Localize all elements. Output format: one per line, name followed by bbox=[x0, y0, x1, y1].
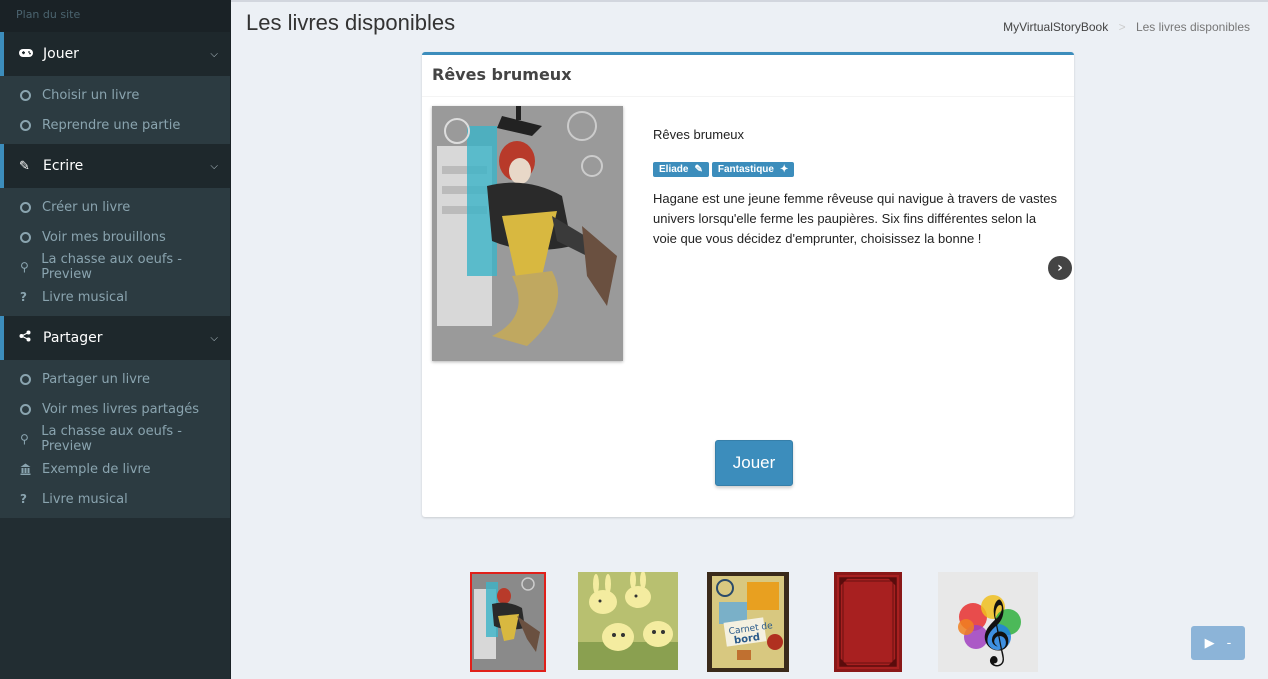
submenu-jouer: Choisir un livre Reprendre une partie bbox=[0, 76, 230, 144]
music-player-label: - bbox=[1226, 635, 1232, 651]
page-title: Les livres disponibles bbox=[246, 10, 456, 35]
genre-tag[interactable]: Fantastique ✦ bbox=[711, 162, 795, 177]
chevron-down-icon: ⌵ bbox=[210, 160, 218, 172]
circle-icon bbox=[20, 119, 42, 131]
sidebar-item-label: Voir mes livres partagés bbox=[42, 401, 200, 417]
breadcrumb-separator: > bbox=[1118, 20, 1126, 34]
thumbnail-reves-brumeux[interactable] bbox=[470, 572, 546, 672]
sidebar-item-reprendre-partie[interactable]: Reprendre une partie bbox=[0, 110, 230, 140]
carousel-next-button[interactable]: › bbox=[1048, 256, 1072, 280]
pencil-icon: ✎ bbox=[694, 164, 703, 175]
music-player-button[interactable]: ▶ - bbox=[1191, 626, 1245, 660]
sidebar-header: Plan du site bbox=[0, 0, 230, 32]
book-box-title: Rêves brumeux bbox=[422, 55, 1074, 97]
chevron-right-icon: › bbox=[1057, 260, 1063, 276]
gamepad-icon bbox=[19, 47, 39, 62]
question-icon: ? bbox=[20, 290, 27, 304]
svg-text:𝄞: 𝄞 bbox=[978, 599, 1011, 666]
author-tag[interactable]: Eliade ✎ bbox=[653, 162, 709, 177]
sidebar-item-livre-musical-2[interactable]: ? Livre musical bbox=[0, 484, 230, 514]
sidebar-item-label: Livre musical bbox=[42, 491, 128, 507]
breadcrumb: MyVirtualStoryBook > Les livres disponib… bbox=[1003, 20, 1250, 34]
submenu-ecrire: Créer un livre Voir mes brouillons ⚲ La … bbox=[0, 188, 230, 316]
thumbnail-red-book[interactable] bbox=[834, 572, 902, 672]
sidebar-item-exemple-livre[interactable]: Exemple de livre bbox=[0, 454, 230, 484]
submenu-partager: Partager un livre Voir mes livres partag… bbox=[0, 360, 230, 518]
top-divider bbox=[231, 0, 1268, 2]
sidebar-item-label: Reprendre une partie bbox=[42, 117, 181, 133]
circle-icon bbox=[20, 403, 42, 415]
sidebar: Plan du site Jouer ⌵ Choisir un livre Re… bbox=[0, 0, 231, 679]
circle-icon bbox=[20, 201, 42, 213]
circle-icon bbox=[20, 373, 42, 385]
breadcrumb-current: Les livres disponibles bbox=[1135, 20, 1250, 34]
book-description: Hagane est une jeune femme rêveuse qui n… bbox=[653, 191, 1057, 246]
sidebar-item-livre-musical[interactable]: ? Livre musical bbox=[0, 282, 230, 312]
pencil-icon: ✎ bbox=[19, 158, 30, 174]
sidebar-item-label: Créer un livre bbox=[42, 199, 131, 215]
sidebar-item-chasse-oeufs[interactable]: ⚲ La chasse aux oeufs - Preview bbox=[0, 252, 230, 282]
sidebar-item-label: Partager un livre bbox=[42, 371, 150, 387]
menu-jouer[interactable]: Jouer ⌵ bbox=[0, 32, 230, 76]
menu-jouer-label: Jouer bbox=[43, 46, 79, 62]
key-icon: ⚲ bbox=[20, 432, 29, 446]
magic-wand-icon: ✦ bbox=[779, 164, 789, 175]
book-name: Rêves brumeux bbox=[653, 127, 745, 142]
play-icon: ▶ bbox=[1204, 635, 1215, 651]
sidebar-item-partager-livre[interactable]: Partager un livre bbox=[0, 364, 230, 394]
sidebar-item-chasse-oeufs-2[interactable]: ⚲ La chasse aux oeufs - Preview bbox=[0, 424, 230, 454]
sidebar-item-creer-livre[interactable]: Créer un livre bbox=[0, 192, 230, 222]
circle-icon bbox=[20, 231, 42, 243]
sidebar-item-label: Choisir un livre bbox=[42, 87, 140, 103]
chevron-down-icon: ⌵ bbox=[210, 48, 218, 60]
thumbnail-carnet-de-bord[interactable]: Carnet de bord bbox=[707, 572, 789, 672]
chevron-down-icon: ⌵ bbox=[210, 332, 218, 344]
book-tags: Eliade ✎ Fantastique ✦ bbox=[653, 162, 795, 177]
genre-tag-label: Fantastique bbox=[717, 164, 774, 175]
book-cover-image bbox=[432, 106, 623, 361]
sidebar-item-label: Exemple de livre bbox=[42, 461, 151, 477]
menu-partager-label: Partager bbox=[43, 330, 103, 346]
author-tag-label: Eliade bbox=[659, 164, 689, 175]
book-carousel-box: Rêves brumeux Rêves brumeux Eliade ✎ Fan… bbox=[422, 52, 1074, 517]
sidebar-item-choisir-livre[interactable]: Choisir un livre bbox=[0, 80, 230, 110]
sidebar-item-label: Livre musical bbox=[42, 289, 128, 305]
circle-icon bbox=[20, 89, 42, 101]
sidebar-item-label: La chasse aux oeufs - Preview bbox=[41, 252, 182, 282]
question-icon: ? bbox=[20, 492, 27, 506]
sidebar-item-label: Voir mes brouillons bbox=[42, 229, 166, 245]
breadcrumb-home-link[interactable]: MyVirtualStoryBook bbox=[1003, 20, 1108, 34]
sidebar-item-label: La chasse aux oeufs - Preview bbox=[41, 424, 182, 454]
sidebar-item-livres-partages[interactable]: Voir mes livres partagés bbox=[0, 394, 230, 424]
bank-icon bbox=[20, 463, 42, 475]
key-icon: ⚲ bbox=[20, 260, 29, 274]
menu-partager[interactable]: Partager ⌵ bbox=[0, 316, 230, 360]
thumbnail-bunnies[interactable] bbox=[578, 572, 678, 670]
sidebar-item-brouillons[interactable]: Voir mes brouillons bbox=[0, 222, 230, 252]
menu-ecrire[interactable]: ✎ Ecrire ⌵ bbox=[0, 144, 230, 188]
share-icon bbox=[19, 330, 39, 346]
play-button[interactable]: Jouer bbox=[715, 440, 793, 486]
thumbnail-livre-musical[interactable]: 𝄞 bbox=[938, 572, 1038, 672]
menu-ecrire-label: Ecrire bbox=[43, 158, 84, 174]
